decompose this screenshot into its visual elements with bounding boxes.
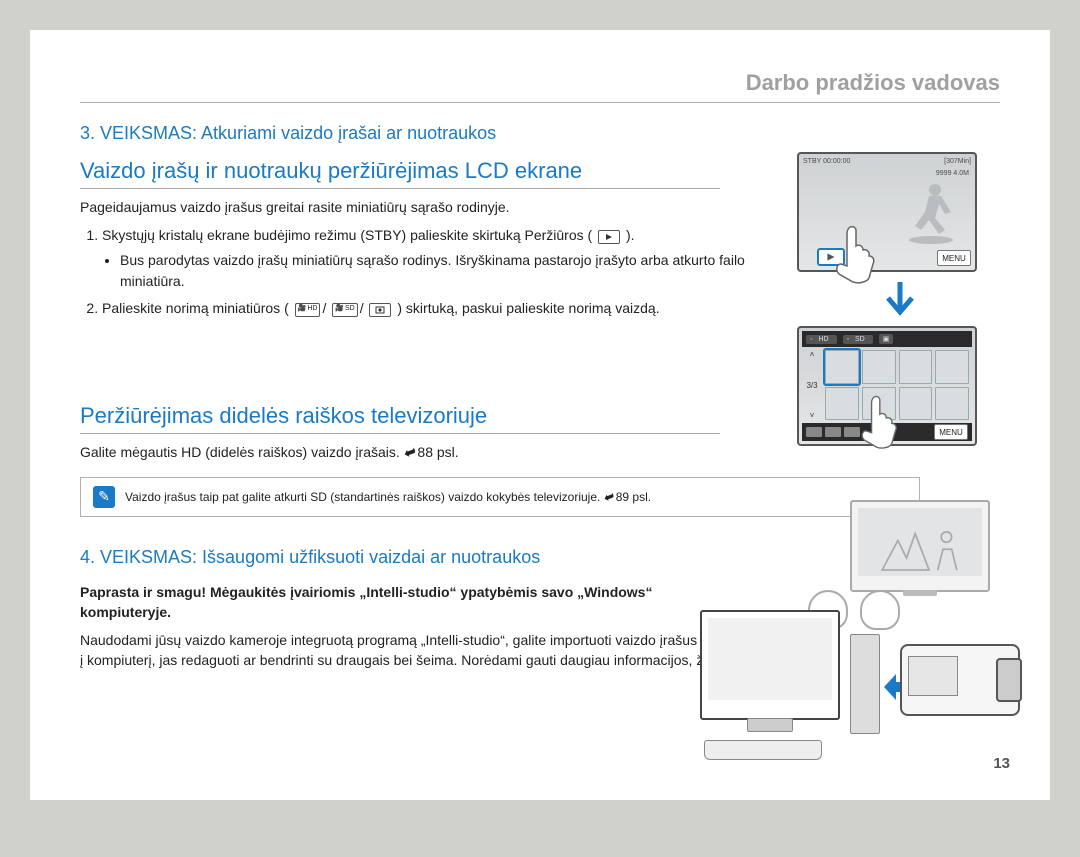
camcorder-icon xyxy=(900,644,1020,716)
instruction-list: Skystųjų kristalų ekrane budėjimo režimu… xyxy=(80,225,780,319)
lcd-menu-button-2: MENU xyxy=(934,424,968,440)
page-ref-arrow-icon: ➥ xyxy=(401,441,419,464)
tab-sd-icon: 🎥SD xyxy=(332,303,357,317)
tab-hd-icon: 🎥HD xyxy=(295,303,321,317)
lcd-thumbnail-figure: ◦ HD ◦ SD ▣ ˄ 3/3 ˅ MENU xyxy=(797,326,977,446)
lcd-menu-button: MENU xyxy=(937,250,971,266)
subsection-lcd-playback: Vaizdo įrašų ir nuotraukų peržiūrėjimas … xyxy=(80,158,720,189)
pc-transfer-figure xyxy=(700,610,1020,760)
tab-photo-icon xyxy=(369,303,391,317)
arrow-down-icon xyxy=(880,278,920,318)
step3-title: 3. VEIKSMAS: Atkuriami vaizdo įrašai ar … xyxy=(80,123,1000,144)
intro-paragraph: Pageidaujamus vaizdo įrašus greitai rasi… xyxy=(80,197,780,217)
hdtv-paragraph: Galite mėgautis HD (didelės raiškos) vai… xyxy=(80,442,780,462)
skater-silhouette-icon xyxy=(895,178,965,248)
playback-tab-icon xyxy=(598,230,620,244)
touch-hand-icon xyxy=(829,224,879,284)
tv-icon xyxy=(850,500,990,592)
step-2: Palieskite norimą miniatiūros ( 🎥HD/ 🎥SD… xyxy=(102,298,780,319)
thumb-tab-photo: ▣ xyxy=(879,334,894,344)
intelli-studio-lead: Paprasta ir smagu! Mėgaukitės įvairiomis… xyxy=(80,582,700,623)
intelli-studio-paragraph: Naudodami jūsų vaizdo kameroje integruot… xyxy=(80,630,780,671)
scroll-down-icon: ˅ xyxy=(810,411,815,420)
touch-hand-icon xyxy=(855,394,901,448)
chapter-title: Darbo pradžios vadovas xyxy=(80,70,1000,103)
tip-text: Vaizdo įrašus taip pat galite atkurti SD… xyxy=(125,490,651,504)
lcd-standby-figure: STBY 00:00:00 [307Min] 9999 4.0M MENU xyxy=(797,152,977,272)
scroll-up-icon: ˄ xyxy=(810,350,815,359)
note-icon: ✎ xyxy=(93,486,115,508)
pc-tower-icon xyxy=(850,634,880,734)
subsection-hdtv: Peržiūrėjimas didelės raiškos televizori… xyxy=(80,403,720,434)
manual-page: Darbo pradžios vadovas 3. VEIKSMAS: Atku… xyxy=(30,30,1050,800)
monitor-icon xyxy=(700,610,840,720)
step-1: Skystųjų kristalų ekrane budėjimo režimu… xyxy=(102,225,780,292)
thumb-tab-sd: ◦ SD xyxy=(843,335,873,344)
step-1-note: Bus parodytas vaizdo įrašų miniatiūrų są… xyxy=(120,250,780,292)
tip-box: ✎ Vaizdo įrašus taip pat galite atkurti … xyxy=(80,477,920,517)
figure-column: STBY 00:00:00 [307Min] 9999 4.0M MENU ◦ … xyxy=(797,152,1002,452)
keyboard-icon xyxy=(704,740,822,760)
thumb-tab-hd: ◦ HD xyxy=(806,335,837,344)
